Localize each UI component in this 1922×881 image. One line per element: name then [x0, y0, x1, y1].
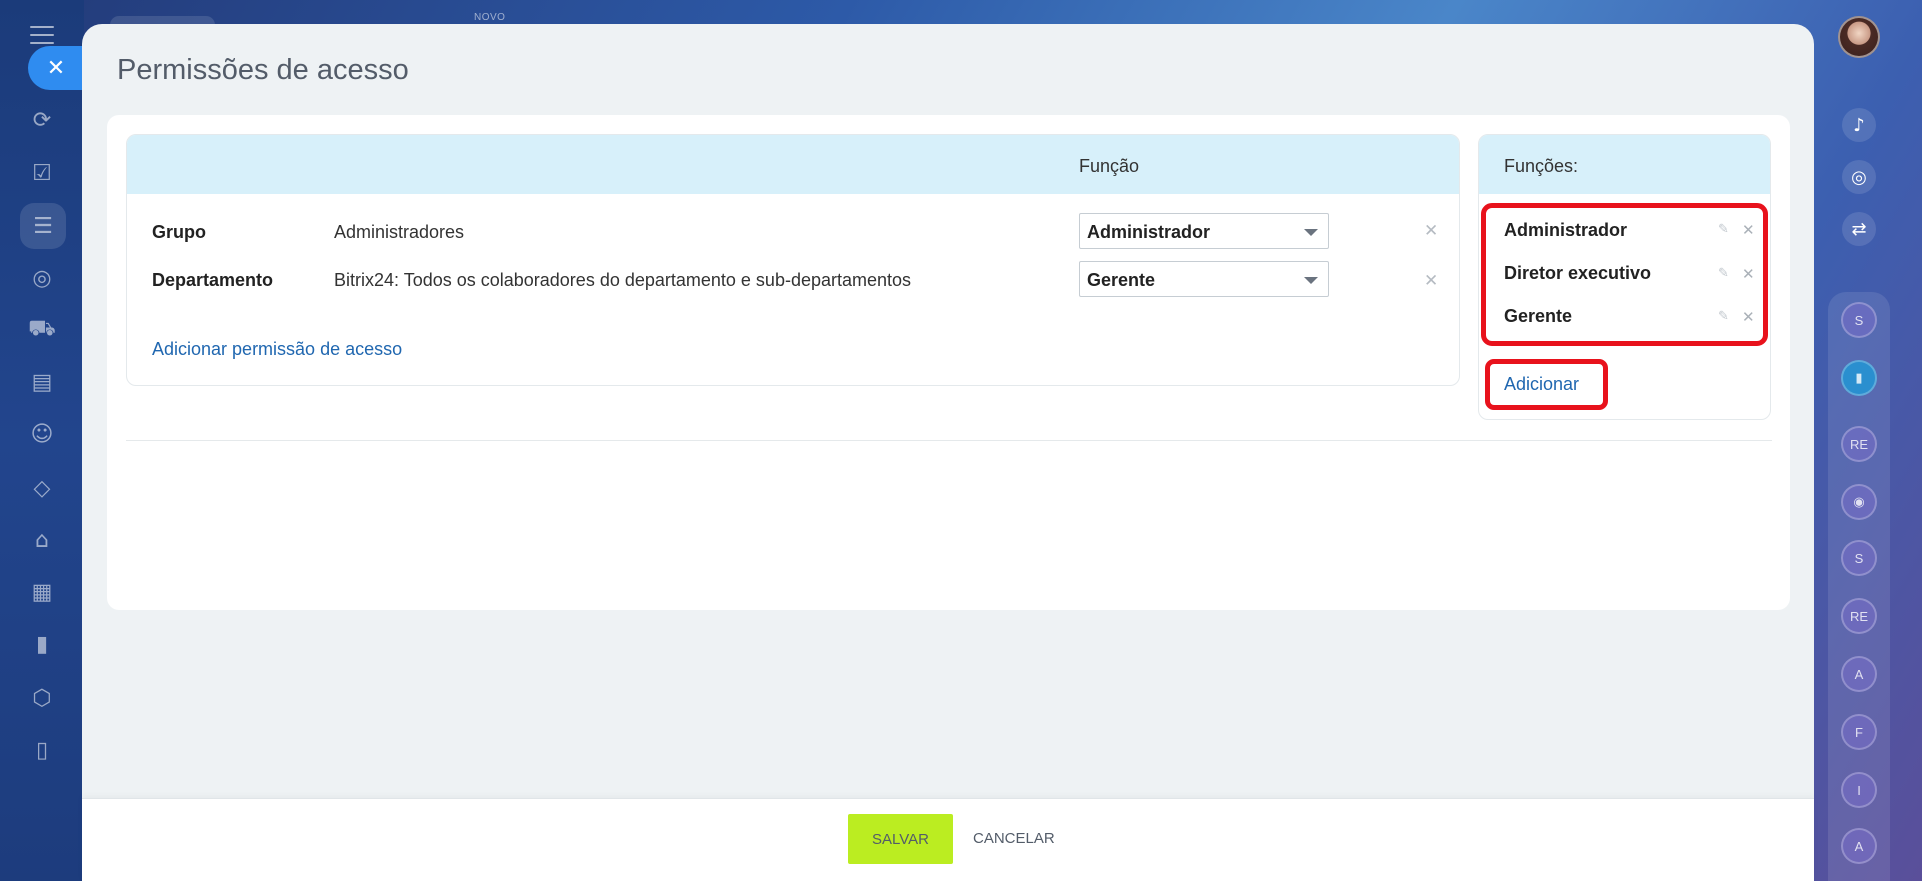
box-icon[interactable]: ◇	[26, 472, 58, 504]
pencil-icon[interactable]: ✎	[1718, 222, 1729, 237]
column-header-function: Função	[1079, 156, 1140, 176]
chat-bubble[interactable]: F	[1841, 714, 1877, 750]
role-select[interactable]: Gerente	[1079, 261, 1329, 297]
row-name: Bitrix24: Todos os colaboradores do depa…	[334, 270, 912, 290]
chevron-down-icon	[1304, 277, 1318, 284]
role-item[interactable]: Diretor executivo	[1504, 263, 1651, 284]
target-icon[interactable]: ◎	[26, 262, 58, 294]
roles-header-label: Funções:	[1504, 156, 1579, 176]
document-icon[interactable]: ▯	[26, 734, 58, 766]
settings-icon[interactable]: ⬡	[26, 682, 58, 714]
remove-row-icon[interactable]: ✕	[1424, 271, 1438, 291]
row-name: Administradores	[334, 222, 465, 242]
sync-icon[interactable]: ⇄	[1842, 212, 1876, 246]
user-avatar[interactable]	[1838, 16, 1880, 58]
pencil-icon[interactable]: ✎	[1718, 309, 1729, 324]
pencil-icon[interactable]: ✎	[1718, 266, 1729, 281]
delete-role-icon[interactable]: ✕	[1742, 221, 1755, 239]
chat-bubble[interactable]: S	[1841, 302, 1877, 338]
target-icon[interactable]: ◎	[1842, 160, 1876, 194]
page-title: Permissões de acesso	[117, 54, 409, 86]
store-icon[interactable]: ⌂	[26, 524, 58, 556]
role-item[interactable]: Administrador	[1504, 220, 1627, 241]
chevron-down-icon	[1304, 229, 1318, 236]
robot-icon[interactable]: ☺	[26, 418, 58, 450]
novo-label: NOVO	[474, 12, 506, 23]
chat-bubble[interactable]: A	[1841, 828, 1877, 864]
cart-icon[interactable]: ⛟	[26, 314, 58, 346]
chat-bubble[interactable]: A	[1841, 656, 1877, 692]
remove-row-icon[interactable]: ✕	[1424, 221, 1438, 241]
chart-icon[interactable]: ▮	[26, 628, 58, 660]
table-row: Grupo Administradores Administrador ✕	[127, 213, 1459, 251]
divider	[126, 440, 1772, 441]
crm-funnel-icon[interactable]: ☰	[20, 203, 66, 249]
chat-bubble[interactable]: I	[1841, 772, 1877, 808]
role-select-value: Administrador	[1087, 222, 1211, 242]
chat-bubble[interactable]: RE	[1841, 598, 1877, 634]
row-type: Grupo	[152, 222, 206, 242]
card-icon[interactable]: ▤	[26, 366, 58, 398]
roles-header: Funções:	[1479, 135, 1770, 194]
row-type: Departamento	[152, 270, 274, 290]
delete-role-icon[interactable]: ✕	[1742, 265, 1755, 283]
add-permission-link[interactable]: Adicionar permissão de acesso	[152, 339, 402, 360]
permissions-table-header: Função	[127, 135, 1459, 194]
tasks-icon[interactable]: ☑	[26, 157, 58, 189]
chat-bubble[interactable]: RE	[1841, 426, 1877, 462]
role-item[interactable]: Gerente	[1504, 306, 1572, 327]
calendar-icon[interactable]: ▦	[26, 576, 58, 608]
open-channel-icon[interactable]: ◉	[1841, 484, 1877, 520]
table-row: Departamento Bitrix24: Todos os colabora…	[127, 261, 1459, 299]
permissions-table: Função Grupo Administradores Administrad…	[126, 134, 1460, 386]
close-panel-button[interactable]: ✕	[28, 46, 84, 90]
left-sidebar: ⟳ ☑ ☰ ◎ ⛟ ▤ ☺ ◇ ⌂ ▦ ▮ ⬡ ▯	[0, 0, 84, 881]
flow-icon[interactable]: ⟳	[26, 104, 58, 136]
bookmark-icon[interactable]: ▮	[1841, 360, 1877, 396]
chat-bubble[interactable]: S	[1841, 540, 1877, 576]
delete-role-icon[interactable]: ✕	[1742, 308, 1755, 326]
close-icon: ✕	[46, 55, 66, 81]
bell-icon[interactable]: ♪	[1842, 108, 1876, 142]
add-role-link[interactable]: Adicionar	[1504, 374, 1579, 395]
role-select[interactable]: Administrador	[1079, 213, 1329, 249]
cancel-button[interactable]: CANCELAR	[973, 830, 1055, 847]
save-button[interactable]: SALVAR	[848, 814, 953, 864]
role-select-value: Gerente	[1087, 270, 1156, 290]
